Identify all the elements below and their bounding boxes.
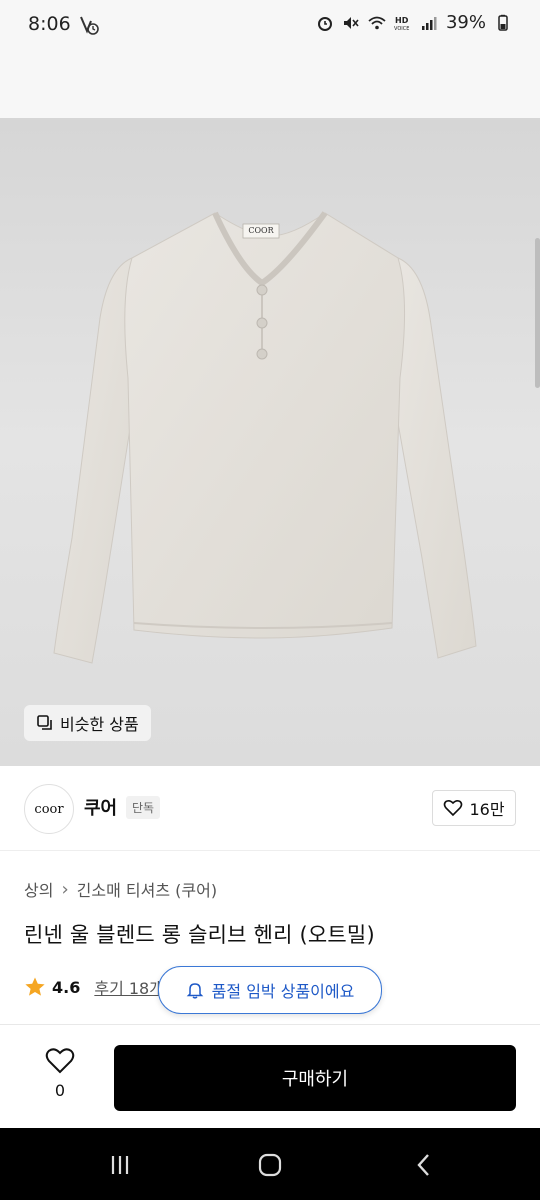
status-bar: 8:06 HD VOICE 39% xyxy=(0,0,540,52)
app-notification-icon xyxy=(80,16,99,35)
low-stock-text: 품절 임박 상품이에요 xyxy=(211,982,355,1001)
chevron-right-icon: › xyxy=(61,878,69,900)
recent-apps-icon xyxy=(111,1156,129,1174)
brand-logo-text: coor xyxy=(34,801,64,817)
wishlist-button[interactable]: 0 xyxy=(30,1047,90,1107)
breadcrumb-category[interactable]: 상의 xyxy=(24,877,53,901)
hd-voice-icon: HDVOICE xyxy=(394,16,409,32)
breadcrumb-subcategory[interactable]: 긴소매 티셔츠 (쿠어) xyxy=(77,877,217,901)
bell-icon xyxy=(186,983,203,999)
home-button[interactable] xyxy=(250,1150,290,1180)
brand-like-count: 16만 xyxy=(469,800,505,819)
heart-icon xyxy=(444,799,463,817)
home-icon xyxy=(258,1153,282,1177)
heart-outline-icon xyxy=(45,1048,75,1074)
wifi-icon xyxy=(368,16,386,29)
review-count-link[interactable]: 후기 18개 xyxy=(94,975,164,999)
brand-name[interactable]: 쿠어 xyxy=(84,794,117,820)
henley-shirt-illustration xyxy=(0,118,540,766)
back-button[interactable] xyxy=(404,1150,444,1180)
neck-label-text: COOR xyxy=(248,226,274,235)
svg-text:HD: HD xyxy=(395,16,409,25)
app-header xyxy=(0,52,540,119)
purchase-bar: 0 구매하기 xyxy=(0,1024,540,1129)
svg-text:VOICE: VOICE xyxy=(394,26,409,32)
rating-row: 4.6 후기 18개 xyxy=(24,975,164,999)
brand-logo[interactable]: coor xyxy=(24,784,74,834)
breadcrumb: 상의 › 긴소매 티셔츠 (쿠어) xyxy=(24,877,217,901)
status-time: 8:06 xyxy=(28,13,71,35)
signal-icon xyxy=(421,16,437,30)
battery-percent: 39% xyxy=(445,12,486,33)
similar-products-label: 비슷한 상품 xyxy=(60,715,139,734)
system-nav-bar xyxy=(0,1128,540,1200)
alarm-icon xyxy=(317,16,332,31)
rating-value: 4.6 xyxy=(52,977,81,997)
product-image[interactable]: COOR xyxy=(0,118,540,766)
similar-products-button[interactable]: 비슷한 상품 xyxy=(24,705,151,741)
low-stock-toast: 품절 임박 상품이에요 xyxy=(158,966,382,1014)
brand-row: coor 쿠어 단독 16만 xyxy=(0,766,540,851)
buy-button[interactable]: 구매하기 xyxy=(114,1045,516,1111)
status-icons: HD VOICE 39% xyxy=(316,12,512,33)
mute-icon xyxy=(343,16,359,29)
exclusive-badge: 단독 xyxy=(126,796,161,819)
product-title: 린넨 울 블렌드 롱 슬리브 헨리 (오트밀) xyxy=(24,923,375,947)
battery-icon xyxy=(498,14,508,31)
similar-items-icon xyxy=(37,715,52,730)
recent-apps-button[interactable] xyxy=(100,1150,140,1180)
wishlist-count: 0 xyxy=(54,1081,66,1100)
star-icon xyxy=(25,977,45,996)
brand-like-button[interactable]: 16만 xyxy=(432,790,516,826)
image-scroll-indicator xyxy=(535,238,540,388)
back-chevron-icon xyxy=(417,1154,429,1176)
